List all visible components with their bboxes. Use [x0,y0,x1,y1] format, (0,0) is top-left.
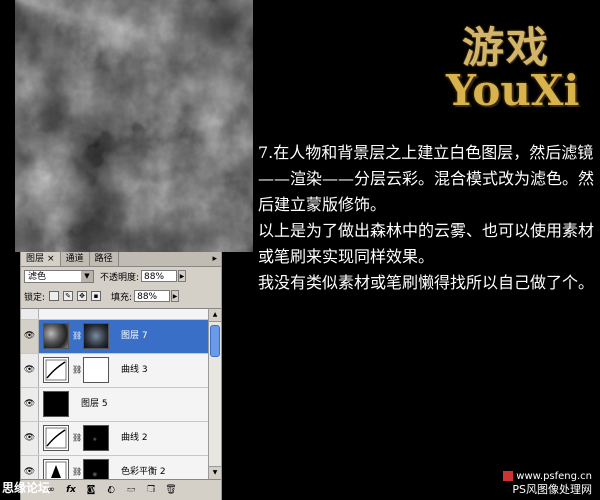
tutorial-text: 7.在人物和背景层之上建立白色图层，然后滤镜——渲染——分层云彩。混合模式改为滤… [258,140,600,296]
blend-mode-select[interactable]: 滤色 ▼ [24,269,94,283]
step-number: 7. [258,143,274,162]
blend-mode-value: 滤色 [28,271,47,282]
eye-icon[interactable]: 👁 [21,354,39,387]
layer-row[interactable]: 👁 ⛓ 曲线 3 [21,354,208,388]
fill-slider-button[interactable]: ▶ [171,290,180,302]
chain-link-icon[interactable]: ⛓ [72,467,82,476]
eye-icon[interactable]: 👁 [21,320,39,353]
layer-thumbnail [43,391,69,417]
layer-row[interactable]: 👁 ⛓ 图层 7 [21,320,208,354]
paragraph-step: 7.在人物和背景层之上建立白色图层，然后滤镜——渲染——分层云彩。混合模式改为滤… [258,140,600,218]
ps-logo-icon [503,471,514,481]
layer-mask-thumbnail[interactable] [83,459,109,480]
layer-row[interactable]: 👁 ⛓ 色彩平衡 2 [21,456,208,480]
paragraph-purpose: 以上是为了做出森林中的云雾、也可以使用素材或笔刷来实现同样效果。 [258,221,595,266]
close-icon[interactable]: × [47,254,55,264]
watermark-url: www.missyuan.com [90,485,180,495]
lock-all-icon[interactable]: ▪ [91,291,102,301]
curves-adjustment-icon [43,425,69,451]
fill-label: 填充: [111,292,133,303]
opacity-slider-button[interactable]: ▶ [178,270,187,282]
lock-label: 锁定: [24,292,46,303]
tab-layers[interactable]: 图层 × [21,252,61,266]
step-text: 在人物和背景层之上建立白色图层，然后滤镜——渲染——分层云彩。混合模式改为滤色。… [258,143,595,214]
lock-transparency-icon[interactable] [49,291,60,301]
eye-icon[interactable]: 👁 [21,456,39,480]
layers-scrollbar[interactable]: ▲ ▼ [208,308,221,480]
scroll-up-icon[interactable]: ▲ [209,309,221,322]
cloud-render-preview [15,0,253,252]
lock-row: 锁定: ✎ ✥ ▪ 填充: 88% ▶ [24,288,218,304]
layer-name: 曲线 3 [121,365,148,375]
fill-input[interactable]: 88% [134,290,171,302]
chevron-down-icon: ▼ [81,270,93,282]
paragraph-note: 我没有类似素材或笔刷懒得找所以自己做了个。 [258,273,595,292]
layer-row[interactable]: 👁 ⛓ 曲线 2 [21,422,208,456]
layer-name: 曲线 2 [121,433,148,443]
layer-mask-thumbnail[interactable] [83,425,109,451]
eye-icon[interactable]: 👁 [21,422,39,455]
fx-icon[interactable]: fx [65,484,77,496]
layer-mask-thumbnail[interactable] [83,323,109,349]
layer-row-partial[interactable] [21,309,208,320]
opacity-label: 不透明度: [100,272,140,283]
opacity-input[interactable]: 88% [141,270,178,282]
layer-name: 图层 5 [81,399,108,409]
panel-tabs: 图层 × 通道 路径 ▸ [21,252,221,267]
layer-name: 图层 7 [121,331,148,341]
blend-row: 滤色 ▼ 不透明度: 88% ▶ [24,268,218,284]
curves-adjustment-icon [43,357,69,383]
title-english: YouXi [446,66,580,115]
chain-link-icon[interactable]: ⛓ [72,331,82,340]
layers-panel: 图层 × 通道 路径 ▸ 滤色 ▼ 不透明度: 88% ▶ 锁定: ✎ ✥ ▪ 填… [20,252,222,500]
tab-paths[interactable]: 路径 [90,252,119,266]
scroll-down-icon[interactable]: ▼ [209,466,221,480]
layer-row[interactable]: 👁 图层 5 [21,388,208,422]
color-balance-adjustment-icon [43,459,69,480]
panel-menu-icon[interactable]: ▸ [208,252,221,266]
tab-channels[interactable]: 通道 [61,252,90,266]
watermark-site-name: PS风图像处理网 [512,483,592,496]
chain-link-icon[interactable]: ⛓ [72,365,82,374]
scroll-thumb[interactable] [210,325,220,357]
layer-list: 👁 ⛓ 图层 7 👁 ⛓ 曲线 3 👁 图层 5 👁 ⛓ 曲线 2 👁 ⛓ 色彩… [21,308,208,480]
lock-position-icon[interactable]: ✥ [77,291,88,301]
layer-name: 色彩平衡 2 [121,467,166,477]
watermark-forum: 思缘论坛 [2,481,51,495]
lock-pixels-icon[interactable]: ✎ [63,291,74,301]
eye-icon[interactable] [21,309,39,319]
layer-mask-thumbnail[interactable] [83,357,109,383]
chain-link-icon[interactable]: ⛓ [72,433,82,442]
layer-thumbnail [43,323,69,349]
eye-icon[interactable]: 👁 [21,388,39,421]
